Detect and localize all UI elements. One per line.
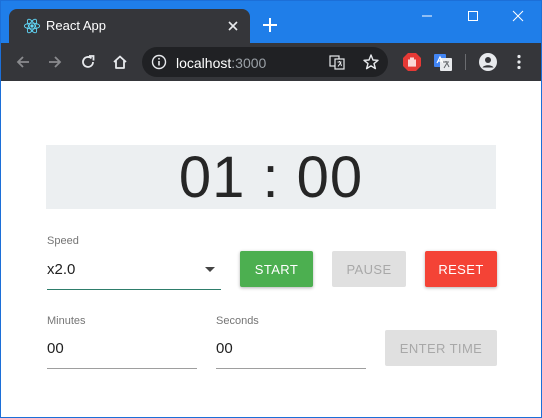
reload-icon [82,55,95,68]
minutes-underline [47,368,197,369]
menu-kebab-icon[interactable] [509,52,529,72]
bookmark-star-icon[interactable] [362,53,380,71]
minutes-label: Minutes [47,315,86,327]
back-arrow-icon [16,56,29,68]
minimize-icon [422,15,432,17]
speed-label: Speed [47,235,79,247]
reset-button[interactable]: RESET [425,251,497,287]
back-button[interactable] [11,50,35,74]
seconds-underline [216,368,366,369]
translate-icon[interactable] [329,54,345,70]
dropdown-arrow-icon [205,267,215,272]
seconds-label: Seconds [216,315,259,327]
forward-arrow-icon [49,56,62,68]
url-host: localhost [176,55,232,71]
speed-value: x2.0 [47,261,76,278]
home-icon [113,55,127,69]
seconds-value: 00 [216,340,233,357]
address-bar[interactable]: localhost:3000 [142,47,388,77]
maximize-button[interactable] [450,1,496,31]
minutes-value: 00 [47,340,64,357]
browser-tab[interactable]: React App [9,9,250,43]
enter-time-button[interactable]: ENTER TIME [385,330,497,366]
tab-title: React App [46,18,106,33]
google-translate-extension-icon[interactable] [433,52,453,72]
timer-display: 01 : 00 [46,144,496,210]
title-bar: React App [1,1,541,43]
url-text: localhost:3000 [176,55,266,71]
browser-toolbar: localhost:3000 [1,43,541,81]
info-icon[interactable] [151,54,167,70]
close-icon [512,10,524,22]
home-button[interactable] [108,50,132,74]
maximize-icon [468,11,478,21]
pause-button[interactable]: PAUSE [332,251,406,287]
speed-underline [47,289,221,290]
minutes-field[interactable]: 00 [47,333,197,369]
new-tab-icon[interactable] [260,15,280,35]
browser-window: React App localhost:3000 01: 00 Speed x… [0,0,542,418]
start-button[interactable]: START [240,251,313,287]
url-port: :3000 [231,55,267,71]
toolbar-divider [465,54,466,70]
minimize-button[interactable] [404,1,450,31]
forward-button[interactable] [43,50,67,74]
seconds-field[interactable]: 00 [216,333,366,369]
page-content: 01 : 00 Speed x2.0 START PAUSE RESET Min… [1,81,541,417]
timer-text: 01 : 00 [178,144,364,210]
profile-avatar-icon[interactable] [478,52,498,72]
adblock-extension-icon[interactable] [402,52,422,72]
react-logo-icon [23,18,41,34]
speed-select[interactable]: x2.0 [47,253,221,290]
close-window-button[interactable] [495,1,541,31]
reload-button[interactable] [76,50,100,74]
close-tab-icon[interactable] [225,18,241,34]
